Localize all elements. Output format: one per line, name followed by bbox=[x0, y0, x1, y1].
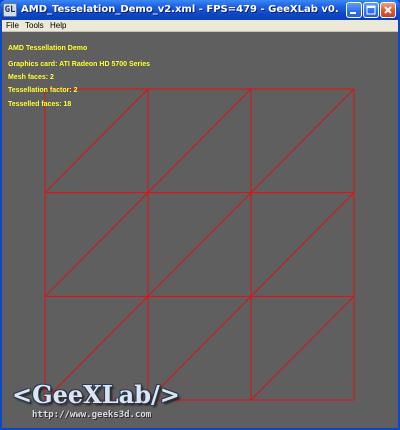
geeks3d-url: http://www.geeks3d.com bbox=[32, 410, 152, 420]
mesh-edge-diagonal bbox=[147, 88, 252, 194]
info-graphics-card: Graphics card: ATI Radeon HD 5700 Series bbox=[8, 61, 150, 68]
info-demo-name: AMD Tessellation Demo bbox=[8, 45, 88, 52]
mesh-edge-diagonal bbox=[250, 88, 355, 194]
minimize-button[interactable] bbox=[346, 2, 362, 18]
render-viewport[interactable]: AMD Tessellation Demo Graphics card: ATI… bbox=[2, 32, 398, 428]
window-title: AMD_Tesselation_Demo_v2.xml - FPS=479 - … bbox=[21, 4, 339, 15]
app-icon[interactable]: GL bbox=[3, 3, 17, 17]
mesh-edge-diagonal bbox=[250, 192, 355, 297]
title-bar[interactable]: GL AMD_Tesselation_Demo_v2.xml - FPS=479… bbox=[0, 0, 400, 20]
menu-bar: File Tools Help bbox=[2, 20, 398, 32]
menu-help[interactable]: Help bbox=[50, 20, 66, 32]
maximize-icon bbox=[366, 5, 376, 15]
mesh-edge-diagonal bbox=[250, 295, 355, 401]
minimize-icon bbox=[350, 12, 356, 14]
close-icon bbox=[384, 6, 392, 14]
menu-file[interactable]: File bbox=[6, 20, 19, 32]
menu-tools[interactable]: Tools bbox=[25, 20, 44, 32]
window-border-left bbox=[0, 20, 2, 430]
app-window: GL AMD_Tesselation_Demo_v2.xml - FPS=479… bbox=[0, 0, 400, 430]
geexlab-logo: <GeeXLab/> bbox=[12, 380, 180, 409]
mesh-edge-diagonal bbox=[147, 192, 252, 297]
close-button[interactable] bbox=[380, 2, 396, 18]
maximize-button[interactable] bbox=[363, 2, 379, 18]
info-tessellated-faces: Tesselled faces: 18 bbox=[8, 101, 72, 108]
mesh-edge-diagonal bbox=[44, 192, 149, 297]
info-mesh-faces: Mesh faces: 2 bbox=[8, 74, 54, 81]
info-tessellation-factor: Tessellation factor: 2 bbox=[8, 87, 78, 94]
